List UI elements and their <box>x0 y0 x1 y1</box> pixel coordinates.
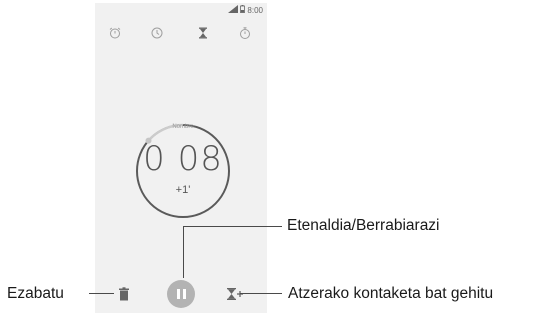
tab-bar <box>95 23 267 47</box>
pause-button[interactable] <box>167 280 195 308</box>
callout-add-timer: Atzerako kontaketa bat gehitu <box>288 285 494 302</box>
delete-button[interactable] <box>118 287 130 301</box>
page: 8:00 Nombre 0 08 +1' Etenaldia/Berrabiar… <box>0 0 539 314</box>
callout-pause-restart: Etenaldia/Berrabiarazi <box>287 217 440 234</box>
trash-icon <box>118 287 130 305</box>
timer-time: 0 08 <box>143 139 223 179</box>
tab-alarm[interactable] <box>105 25 125 45</box>
add-timer-button[interactable] <box>226 287 244 301</box>
callout-line-add-timer <box>240 293 282 294</box>
status-bar: 8:00 <box>95 3 267 17</box>
battery-icon <box>240 5 246 15</box>
callout-delete: Ezabatu <box>7 285 64 302</box>
alarm-clock-icon <box>108 26 122 45</box>
signal-icon <box>228 5 239 15</box>
status-time: 8:00 <box>247 5 263 15</box>
callout-line-pause-vertical <box>183 226 184 278</box>
callout-line-pause-horizontal <box>183 226 282 227</box>
hourglass-icon <box>196 26 210 45</box>
pause-icon <box>175 289 187 299</box>
tab-clock[interactable] <box>147 25 167 45</box>
tab-timer[interactable] <box>193 25 213 45</box>
clock-icon <box>150 26 164 45</box>
tab-stopwatch[interactable] <box>235 25 255 45</box>
phone-screen: 8:00 Nombre 0 08 +1' <box>95 3 267 313</box>
timer-label[interactable]: Nombre <box>95 124 271 130</box>
add-minute-button[interactable]: +1' <box>95 184 271 196</box>
stopwatch-icon <box>238 26 252 45</box>
add-hourglass-icon <box>226 288 244 305</box>
status-icons: 8:00 <box>228 5 263 15</box>
callout-line-delete <box>89 293 114 294</box>
